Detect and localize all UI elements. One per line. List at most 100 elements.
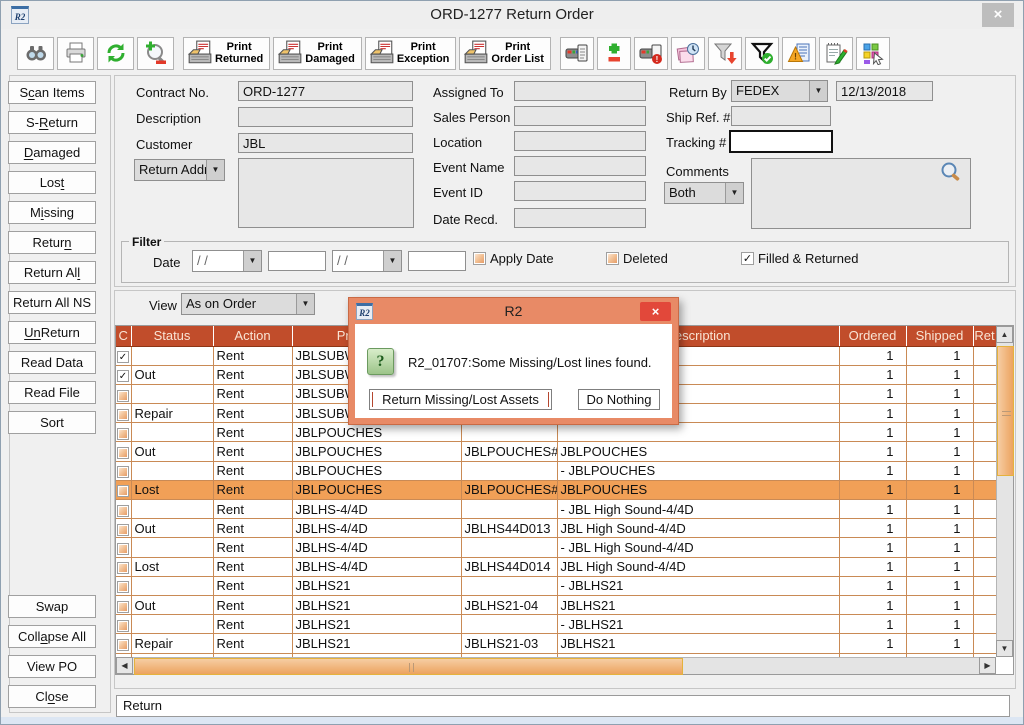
- window-close-icon[interactable]: ×: [982, 3, 1014, 27]
- grid-col-action[interactable]: Action: [213, 326, 292, 346]
- cell-action[interactable]: Rent: [213, 615, 292, 634]
- cell-shipped[interactable]: 1: [906, 519, 973, 538]
- comments-textarea[interactable]: [751, 158, 971, 229]
- cell-shipped[interactable]: 1: [906, 538, 973, 557]
- chevron-down-icon[interactable]: ▼: [243, 251, 261, 271]
- horizontal-scrollbar[interactable]: ◀ ▶: [116, 657, 996, 674]
- cell-serial[interactable]: JBLPOUCHES#4: [461, 442, 557, 461]
- cell-action[interactable]: Rent: [213, 461, 292, 480]
- cell-select[interactable]: [116, 404, 131, 423]
- cell-returned[interactable]: [973, 538, 996, 557]
- cell-product[interactable]: JBLHS21: [292, 615, 461, 634]
- cell-serial[interactable]: [461, 500, 557, 519]
- cell-description[interactable]: JBL High Sound-4/4D: [557, 519, 839, 538]
- cell-status[interactable]: Repair: [131, 404, 213, 423]
- cell-ordered[interactable]: 1: [839, 576, 906, 595]
- checkbox-icon[interactable]: [473, 252, 486, 265]
- row-checkbox[interactable]: [117, 524, 129, 536]
- assigned-to-field[interactable]: [514, 81, 646, 101]
- toolbar-print-button[interactable]: [57, 37, 94, 70]
- cell-description[interactable]: JBLHS21: [557, 634, 839, 653]
- chevron-down-icon[interactable]: ▼: [296, 294, 314, 314]
- grid-col-ret[interactable]: Ret: [973, 326, 996, 346]
- cell-description[interactable]: - JBLPOUCHES: [557, 461, 839, 480]
- checkbox-icon[interactable]: ✓: [741, 252, 754, 265]
- cell-serial[interactable]: JBLHS44D014: [461, 557, 557, 576]
- cell-serial[interactable]: [461, 538, 557, 557]
- cell-description[interactable]: JBL High Sound-4/4D: [557, 557, 839, 576]
- sidebar-button-read-data[interactable]: Read Data: [8, 351, 96, 374]
- view-combo[interactable]: As on Order ▼: [181, 293, 315, 315]
- toolbar-apply-filter-button[interactable]: [708, 37, 742, 70]
- cell-select[interactable]: [116, 538, 131, 557]
- filter-date-from-input[interactable]: [268, 251, 326, 271]
- cell-action[interactable]: Rent: [213, 576, 292, 595]
- cell-shipped[interactable]: 1: [906, 595, 973, 614]
- sidebar-button-damaged[interactable]: Damaged: [8, 141, 96, 164]
- cell-select[interactable]: [116, 423, 131, 442]
- cell-serial[interactable]: JBLHS21-03: [461, 634, 557, 653]
- cell-action[interactable]: Rent: [213, 442, 292, 461]
- vertical-scrollbar[interactable]: ▲ ▼: [996, 326, 1013, 657]
- sidebar-button-s-return[interactable]: S-Return: [8, 111, 96, 134]
- cell-status[interactable]: [131, 615, 213, 634]
- grid-col-ordered[interactable]: Ordered: [839, 326, 906, 346]
- cell-product[interactable]: JBLHS21: [292, 576, 461, 595]
- sidebar-button-return[interactable]: Return: [8, 231, 96, 254]
- cell-select[interactable]: [116, 615, 131, 634]
- grid-row[interactable]: RentJBLHS-4/4D- JBL High Sound-4/4D11: [116, 500, 996, 519]
- contract-no-field[interactable]: ORD-1277: [238, 81, 413, 101]
- cell-ordered[interactable]: 1: [839, 346, 906, 365]
- row-checkbox[interactable]: [117, 601, 129, 613]
- cell-select[interactable]: ✓: [116, 346, 131, 365]
- location-field[interactable]: [514, 131, 646, 151]
- return-address-textarea[interactable]: [238, 158, 414, 228]
- cell-returned[interactable]: [973, 595, 996, 614]
- cell-shipped[interactable]: 1: [906, 480, 973, 499]
- return-date-field[interactable]: 12/13/2018: [836, 81, 933, 101]
- row-checkbox[interactable]: [117, 543, 129, 555]
- cell-select[interactable]: [116, 557, 131, 576]
- sales-person-field[interactable]: [514, 106, 646, 126]
- do-nothing-button[interactable]: Do Nothing: [578, 389, 660, 410]
- cell-ordered[interactable]: 1: [839, 423, 906, 442]
- filter-check-filled-returned[interactable]: ✓Filled & Returned: [741, 251, 858, 266]
- cell-select[interactable]: [116, 461, 131, 480]
- checkbox-icon[interactable]: [606, 252, 619, 265]
- chevron-down-icon[interactable]: ▼: [206, 160, 224, 180]
- sidebar-button-missing[interactable]: Missing: [8, 201, 96, 224]
- sidebar-button-lost[interactable]: Lost: [8, 171, 96, 194]
- cell-action[interactable]: Rent: [213, 557, 292, 576]
- cell-returned[interactable]: [973, 442, 996, 461]
- row-checkbox[interactable]: [117, 390, 129, 402]
- cell-description[interactable]: JBLPOUCHES: [557, 480, 839, 499]
- customer-field[interactable]: JBL: [238, 133, 413, 153]
- cell-status[interactable]: Out: [131, 595, 213, 614]
- event-id-field[interactable]: [514, 181, 646, 201]
- chevron-down-icon[interactable]: ▼: [725, 183, 743, 203]
- cell-status[interactable]: [131, 384, 213, 403]
- cell-returned[interactable]: [973, 500, 996, 519]
- cell-select[interactable]: [116, 519, 131, 538]
- cell-shipped[interactable]: 1: [906, 615, 973, 634]
- cell-ordered[interactable]: 1: [839, 615, 906, 634]
- row-checkbox[interactable]: [117, 466, 129, 478]
- cell-shipped[interactable]: 1: [906, 423, 973, 442]
- cell-status[interactable]: Out: [131, 442, 213, 461]
- cell-select[interactable]: [116, 595, 131, 614]
- cell-status[interactable]: [131, 576, 213, 595]
- row-checkbox[interactable]: ✓: [117, 370, 129, 382]
- cell-serial[interactable]: [461, 423, 557, 442]
- cell-shipped[interactable]: 1: [906, 442, 973, 461]
- cell-shipped[interactable]: 1: [906, 500, 973, 519]
- cell-product[interactable]: JBLPOUCHES: [292, 442, 461, 461]
- cell-action[interactable]: Rent: [213, 519, 292, 538]
- grid-row[interactable]: RentJBLHS21- JBLHS2111: [116, 576, 996, 595]
- cell-ordered[interactable]: 1: [839, 519, 906, 538]
- cell-serial[interactable]: [461, 615, 557, 634]
- cell-action[interactable]: Rent: [213, 538, 292, 557]
- sidebar-button-swap[interactable]: Swap: [8, 595, 96, 618]
- cell-shipped[interactable]: 1: [906, 461, 973, 480]
- row-checkbox[interactable]: [117, 409, 129, 421]
- cell-status[interactable]: Out: [131, 365, 213, 384]
